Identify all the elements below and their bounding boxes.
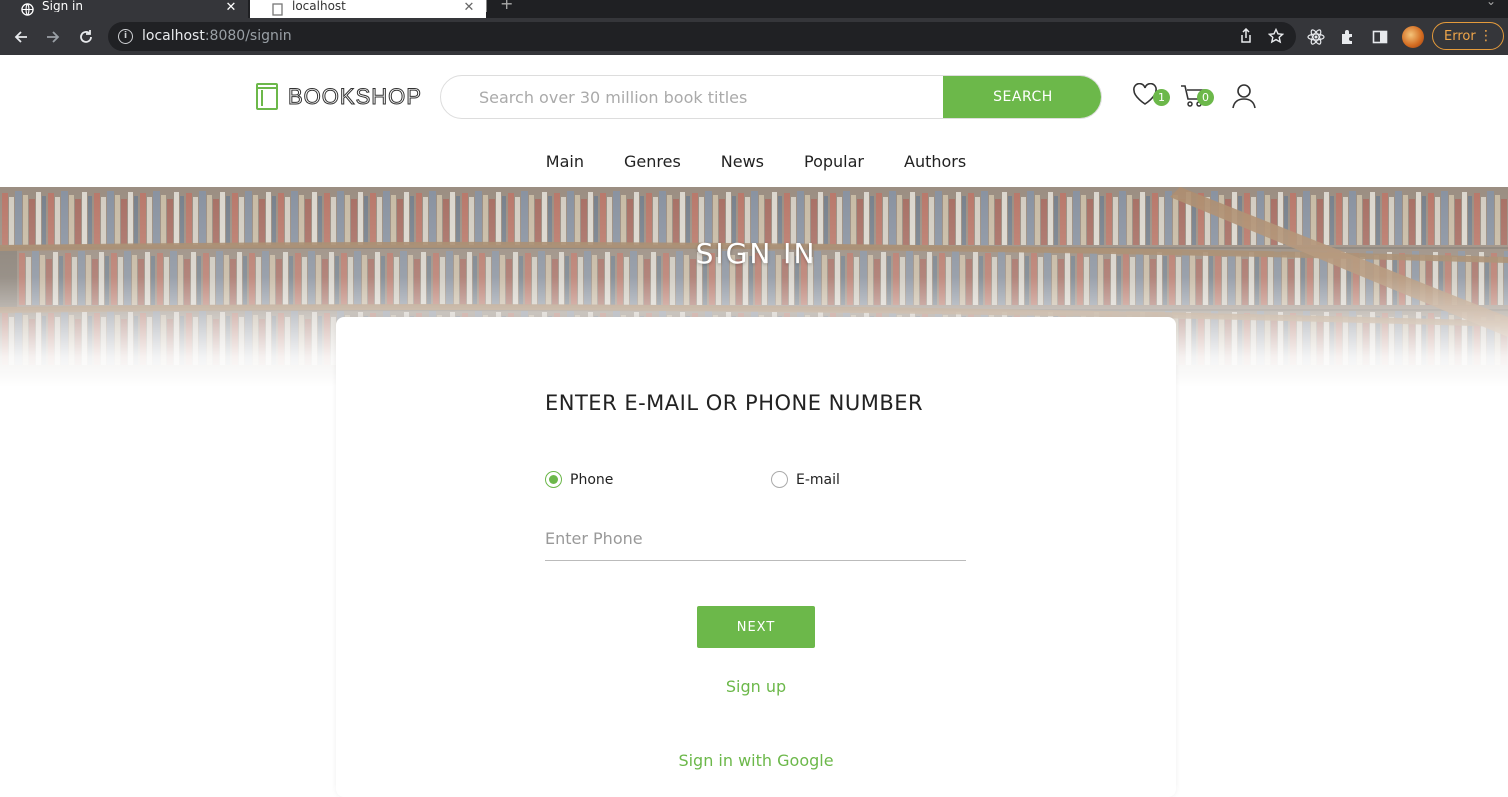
browser-toolbar: i localhost:8080/signin Error ⋮ bbox=[0, 18, 1508, 55]
tab-title: localhost bbox=[292, 0, 346, 12]
url-text[interactable]: localhost:8080/signin bbox=[142, 28, 292, 44]
tab-search-icon[interactable]: ⌄ bbox=[1486, 0, 1496, 8]
forward-arrow-icon[interactable] bbox=[42, 26, 64, 48]
user-icon bbox=[1232, 84, 1256, 109]
error-button[interactable]: Error ⋮ bbox=[1432, 22, 1504, 50]
email-radio[interactable] bbox=[771, 471, 788, 488]
cart-button[interactable]: 0 bbox=[1180, 83, 1214, 111]
close-icon[interactable]: ✕ bbox=[222, 0, 240, 15]
nav-authors[interactable]: Authors bbox=[904, 152, 966, 171]
account-button[interactable] bbox=[1232, 83, 1264, 111]
search-button[interactable]: SEARCH bbox=[943, 76, 1101, 118]
book-icon bbox=[256, 83, 278, 110]
nav-news[interactable]: News bbox=[721, 152, 764, 171]
site-header: BOOKSHOP SEARCH 1 0 bbox=[0, 55, 1508, 135]
search-input[interactable] bbox=[441, 76, 943, 118]
profile-avatar[interactable] bbox=[1402, 26, 1424, 48]
page-title: SIGN IN bbox=[695, 237, 817, 270]
wishlist-button[interactable]: 1 bbox=[1132, 82, 1170, 111]
sign-up-link[interactable]: Sign up bbox=[336, 677, 1176, 696]
search-bar: SEARCH bbox=[440, 75, 1102, 119]
email-radio-option[interactable]: E-mail bbox=[771, 471, 840, 488]
info-icon[interactable]: i bbox=[118, 29, 133, 44]
phone-radio-option[interactable]: Phone bbox=[545, 471, 613, 488]
next-button[interactable]: NEXT bbox=[697, 606, 815, 648]
tab-localhost[interactable]: localhost ✕ bbox=[250, 0, 486, 18]
globe-icon bbox=[20, 2, 34, 16]
bookshop-logo[interactable]: BOOKSHOP bbox=[256, 83, 422, 110]
address-bar[interactable]: i localhost:8080/signin bbox=[108, 22, 1296, 51]
cart-count-badge: 0 bbox=[1197, 89, 1214, 106]
nav-main[interactable]: Main bbox=[546, 152, 584, 171]
logo-text: BOOKSHOP bbox=[288, 83, 422, 109]
extensions-puzzle-icon[interactable] bbox=[1338, 27, 1358, 47]
signin-card: ENTER E-MAIL OR PHONE NUMBER Phone E-mai… bbox=[336, 317, 1176, 797]
react-devtools-icon[interactable] bbox=[1306, 27, 1326, 47]
sign-in-google-link[interactable]: Sign in with Google bbox=[336, 751, 1176, 770]
wishlist-count-badge: 1 bbox=[1153, 89, 1170, 106]
url-host: localhost bbox=[142, 28, 205, 44]
tab-title: Sign in bbox=[42, 0, 83, 12]
tab-sign-in[interactable]: Sign in ✕ bbox=[0, 0, 248, 18]
browser-tab-bar: Sign in ✕ localhost ✕ + ⌄ bbox=[0, 0, 1508, 18]
nav-popular[interactable]: Popular bbox=[804, 152, 864, 171]
main-nav: Main Genres News Popular Authors bbox=[0, 135, 1508, 187]
error-label: Error bbox=[1444, 28, 1476, 44]
phone-radio[interactable] bbox=[545, 471, 562, 488]
email-radio-label: E-mail bbox=[796, 471, 840, 488]
page-icon bbox=[270, 2, 284, 16]
side-panel-icon[interactable] bbox=[1370, 27, 1390, 47]
close-icon[interactable]: ✕ bbox=[460, 0, 478, 15]
share-icon[interactable] bbox=[1236, 26, 1256, 46]
nav-genres[interactable]: Genres bbox=[624, 152, 681, 171]
form-title: ENTER E-MAIL OR PHONE NUMBER bbox=[545, 391, 924, 415]
bookmark-star-icon[interactable] bbox=[1266, 26, 1286, 46]
phone-radio-label: Phone bbox=[570, 471, 614, 488]
more-vert-icon: ⋮ bbox=[1479, 28, 1493, 44]
tab-separator bbox=[486, 0, 487, 12]
new-tab-icon[interactable]: + bbox=[500, 0, 516, 13]
phone-input[interactable] bbox=[545, 517, 966, 561]
url-path: :8080/signin bbox=[204, 28, 292, 44]
reload-icon[interactable] bbox=[75, 26, 97, 48]
back-arrow-icon[interactable] bbox=[10, 26, 32, 48]
